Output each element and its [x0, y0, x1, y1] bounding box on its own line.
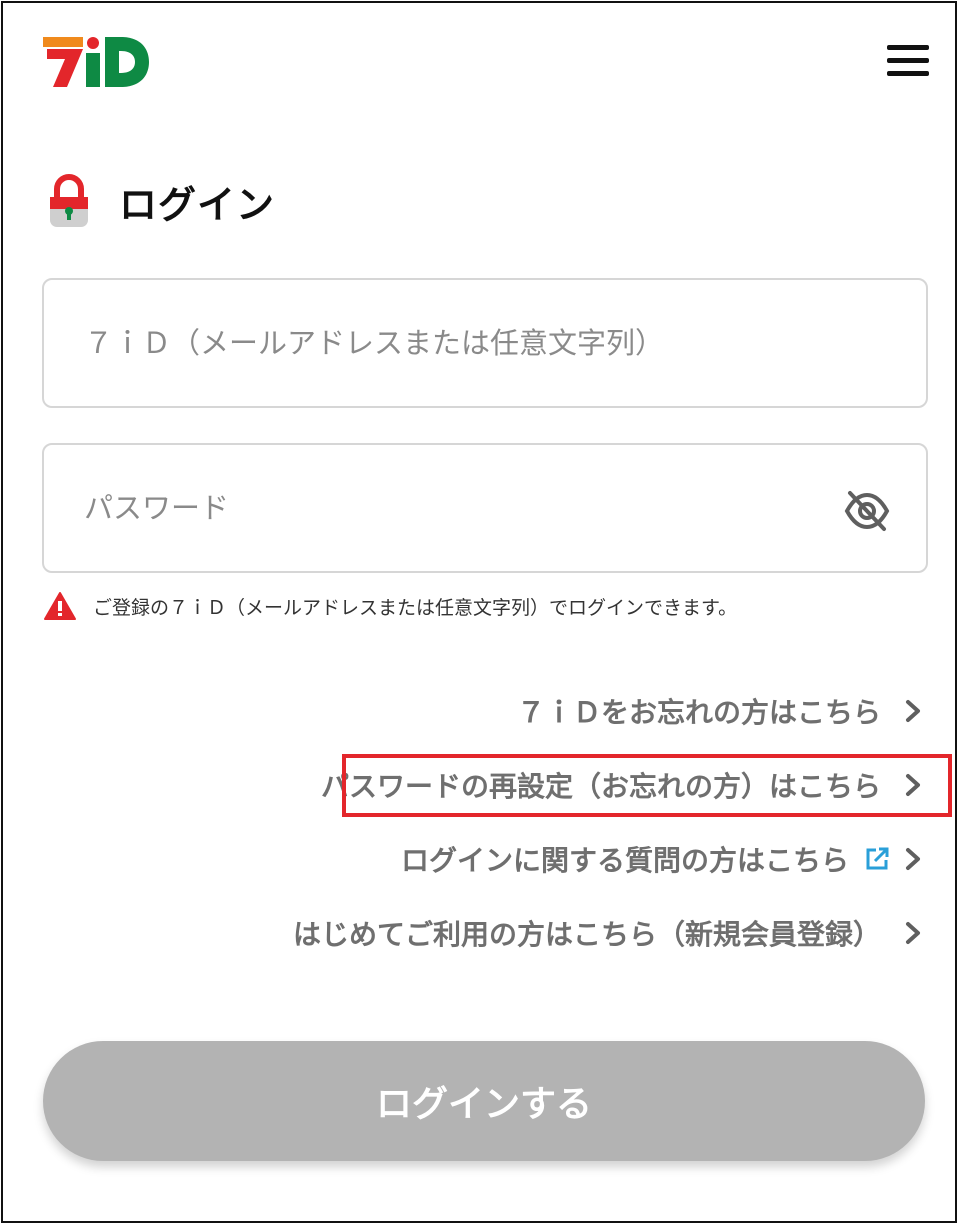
chevron-right-icon	[906, 848, 920, 870]
external-link-icon	[866, 847, 889, 870]
link-label: はじめてご利用の方はこちら（新規会員登録）	[292, 918, 881, 951]
link-label: ７ｉＤをお忘れの方はこちら	[516, 696, 881, 729]
app-frame: ログイン ご登録の７ｉＤ（メールアドレスまたは任意文字列）でログインできます。 …	[1, 1, 957, 1223]
login-faq-link[interactable]: ログインに関する質問の方はこちら	[401, 839, 923, 879]
forgot-id-link[interactable]: ７ｉＤをお忘れの方はこちら	[517, 691, 923, 731]
login-notice: ご登録の７ｉＤ（メールアドレスまたは任意文字列）でログインできます。	[43, 591, 737, 621]
warning-icon	[44, 592, 76, 620]
id-field-box	[42, 278, 928, 408]
notice-text: ご登録の７ｉＤ（メールアドレスまたは任意文字列）でログインできます。	[93, 596, 738, 619]
password-field-box	[42, 443, 928, 573]
chevron-right-icon	[906, 774, 920, 796]
7id-logo-icon[interactable]	[41, 33, 151, 91]
new-registration-link[interactable]: はじめてご利用の方はこちら（新規会員登録）	[293, 913, 923, 953]
reset-password-link[interactable]: パスワードの再設定（お忘れの方）はこちら	[321, 765, 923, 805]
page-title: ログイン	[119, 182, 276, 227]
link-label: ログインに関する質問の方はこちら	[400, 844, 849, 877]
login-submit-button[interactable]: ログインする	[43, 1041, 925, 1161]
chevron-right-icon	[906, 922, 920, 944]
password-input[interactable]	[44, 445, 926, 571]
id-input[interactable]	[44, 280, 926, 406]
link-label: パスワードの再設定（お忘れの方）はこちら	[320, 770, 881, 803]
eye-slash-icon[interactable]	[844, 489, 890, 533]
chevron-right-icon	[906, 700, 920, 722]
lock-icon	[50, 174, 88, 227]
login-heading: ログイン	[47, 171, 275, 231]
hamburger-menu-icon[interactable]	[887, 45, 929, 77]
